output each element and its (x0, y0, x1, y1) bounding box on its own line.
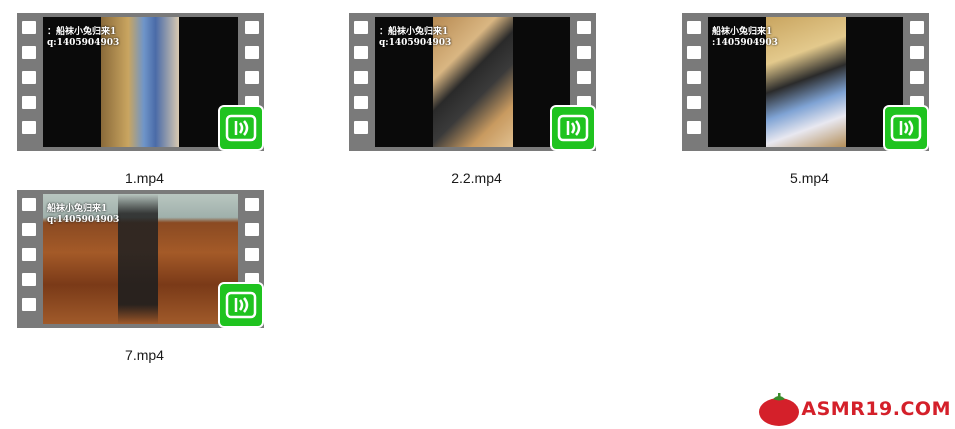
video-file-badge (218, 282, 264, 328)
broadcast-play-icon (225, 291, 257, 319)
watermark-text: ：船袜小兔归来1 q:1405904903 (379, 27, 452, 48)
video-preview: 船袜小兔归来1 q:1405904903 (43, 194, 238, 324)
video-thumbnail[interactable]: ：船袜小兔归来1 q:1405904903 (349, 13, 604, 158)
tomato-icon (759, 393, 800, 426)
broadcast-play-icon (557, 114, 589, 142)
file-item-1[interactable]: ：船袜小兔归来1 q:1405904903 1.mp4 (17, 13, 277, 186)
video-thumbnail[interactable]: 船袜小兔归来1 :1405904903 (682, 13, 937, 158)
video-file-badge (218, 105, 264, 151)
file-item-2[interactable]: ：船袜小兔归来1 q:1405904903 2.2.mp4 (349, 13, 609, 186)
video-preview: 船袜小兔归来1 :1405904903 (708, 17, 903, 147)
file-name-label[interactable]: 1.mp4 (17, 170, 272, 186)
watermark-text: 船袜小兔归来1 q:1405904903 (47, 204, 120, 225)
broadcast-play-icon (890, 114, 922, 142)
video-preview: ：船袜小兔归来1 q:1405904903 (43, 17, 238, 147)
file-name-label[interactable]: 7.mp4 (17, 347, 272, 363)
watermark-text: ：船袜小兔归来1 q:1405904903 (47, 27, 120, 48)
file-item-3[interactable]: 船袜小兔归来1 :1405904903 5.mp4 (682, 13, 942, 186)
watermark-text: 船袜小兔归来1 :1405904903 (712, 27, 778, 48)
video-file-badge (883, 105, 929, 151)
site-logo: ASMR19.COM (757, 391, 951, 427)
video-thumbnail[interactable]: ：船袜小兔归来1 q:1405904903 (17, 13, 272, 158)
broadcast-play-icon (225, 114, 257, 142)
logo-text: ASMR19.COM (801, 398, 951, 420)
video-file-badge (550, 105, 596, 151)
file-name-label[interactable]: 2.2.mp4 (349, 170, 604, 186)
video-preview: ：船袜小兔归来1 q:1405904903 (375, 17, 570, 147)
file-name-label[interactable]: 5.mp4 (682, 170, 937, 186)
file-item-4[interactable]: 船袜小兔归来1 q:1405904903 7.mp4 (17, 190, 277, 363)
video-thumbnail[interactable]: 船袜小兔归来1 q:1405904903 (17, 190, 272, 335)
